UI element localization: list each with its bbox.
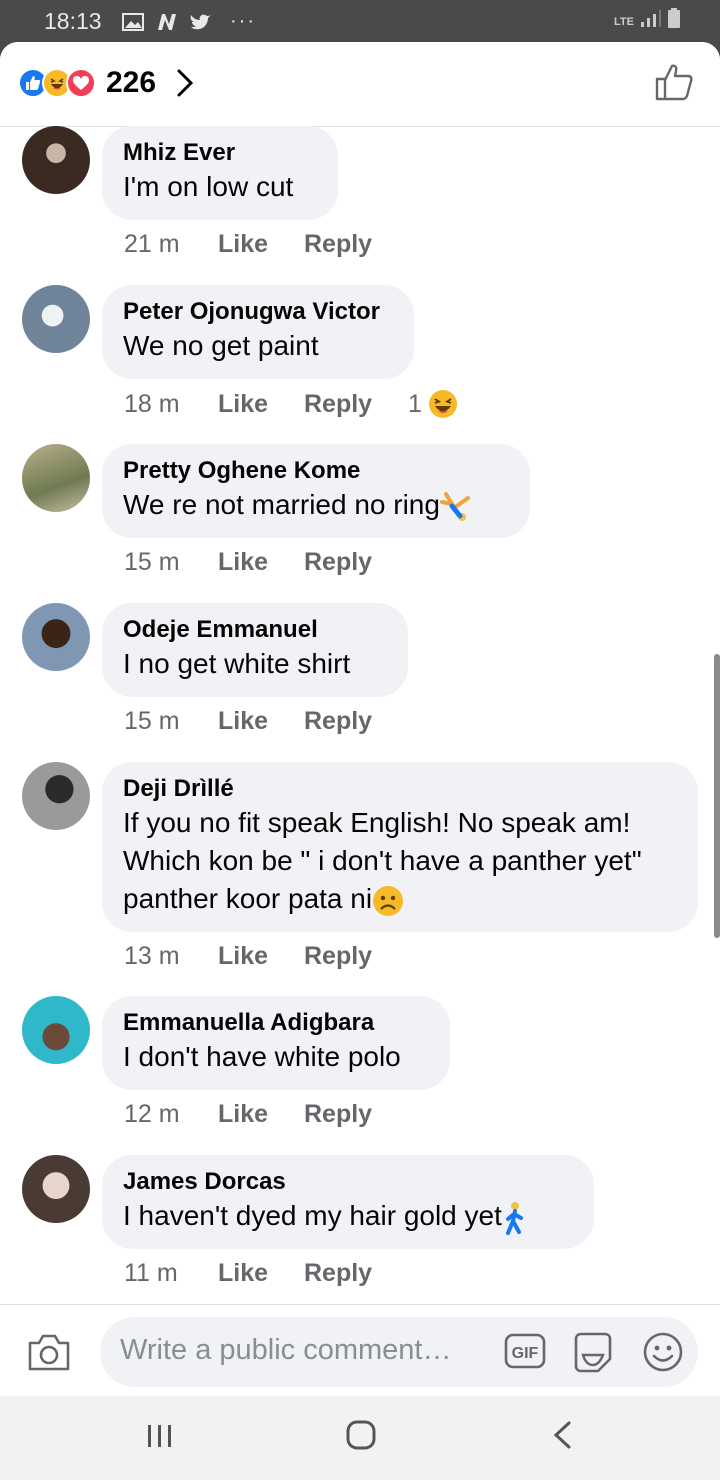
comment-text-line: panther koor pata ni bbox=[123, 880, 676, 918]
reply-button[interactable]: Reply bbox=[304, 1259, 408, 1288]
comment-author[interactable]: Deji Drìllé bbox=[123, 774, 676, 804]
reaction-count: 226 bbox=[106, 66, 157, 99]
like-outline-icon[interactable] bbox=[654, 62, 694, 102]
comment-time[interactable]: 12 m bbox=[124, 1100, 218, 1129]
walking-person-emoji-icon bbox=[505, 1201, 523, 1235]
status-time: 18:13 bbox=[44, 8, 102, 34]
comment-bubble[interactable]: Odeje Emmanuel I no get white shirt bbox=[102, 603, 408, 697]
like-button[interactable]: Like bbox=[218, 942, 304, 971]
system-nav-bar bbox=[0, 1396, 720, 1480]
gif-label: GIF bbox=[512, 1345, 539, 1362]
comment-reaction-count: 1 bbox=[408, 389, 422, 418]
comment-actions: 15 m Like Reply bbox=[124, 707, 408, 736]
comment-actions: 13 m Like Reply bbox=[124, 942, 408, 971]
comment-composer: Write a public comment… GIF bbox=[0, 1304, 720, 1396]
comment-author[interactable]: Odeje Emmanuel bbox=[123, 615, 386, 645]
comment-bubble[interactable]: Pretty Oghene Kome We re not married no … bbox=[102, 444, 530, 538]
like-button[interactable]: Like bbox=[218, 548, 304, 577]
gif-icon[interactable]: GIF bbox=[504, 1333, 546, 1369]
comment-author[interactable]: Peter Ojonugwa Victor bbox=[123, 297, 392, 327]
battery-icon bbox=[668, 8, 680, 28]
status-overflow: ··· bbox=[230, 10, 256, 32]
comment-text: panther koor pata ni bbox=[123, 883, 373, 914]
reply-button[interactable]: Reply bbox=[304, 548, 408, 577]
scrollbar-thumb[interactable] bbox=[714, 654, 720, 938]
comment-time[interactable]: 11 m bbox=[124, 1259, 218, 1288]
comment-input[interactable]: Write a public comment… GIF bbox=[100, 1317, 698, 1387]
back-icon[interactable] bbox=[552, 1420, 572, 1450]
comment-author[interactable]: James Dorcas bbox=[123, 1167, 572, 1197]
n-app-icon bbox=[158, 13, 176, 30]
comment-text: I'm on low cut bbox=[123, 171, 294, 202]
comment-reactions[interactable]: 1 bbox=[408, 389, 458, 419]
like-button[interactable]: Like bbox=[218, 1259, 304, 1288]
frowning-emoji-icon bbox=[373, 885, 404, 916]
comments-sheet: 226 Mhiz Ever I'm on low cut 21 m Like R… bbox=[0, 42, 720, 1396]
like-button[interactable]: Like bbox=[218, 390, 304, 419]
comment-time[interactable]: 13 m bbox=[124, 942, 218, 971]
reply-button[interactable]: Reply bbox=[304, 390, 408, 419]
comment-text: We no get paint bbox=[123, 330, 319, 361]
emoji-icon[interactable] bbox=[642, 1331, 684, 1373]
network-type: LTE bbox=[614, 16, 634, 28]
camera-icon[interactable] bbox=[26, 1331, 72, 1373]
comment-author[interactable]: Pretty Oghene Kome bbox=[123, 456, 508, 486]
comment-actions: 12 m Like Reply bbox=[124, 1100, 408, 1129]
comment-bubble[interactable]: Deji Drìllé If you no fit speak English!… bbox=[102, 762, 698, 932]
comment-text-line: I haven't dyed my hair gold yet bbox=[123, 1197, 572, 1235]
comment-bubble[interactable]: Peter Ojonugwa Victor We no get paint bbox=[102, 285, 414, 379]
like-button[interactable]: Like bbox=[218, 707, 304, 736]
comment-text: I no get white shirt bbox=[123, 648, 351, 679]
avatar[interactable] bbox=[22, 126, 90, 194]
comment-actions: 11 m Like Reply bbox=[124, 1259, 408, 1288]
chevron-right-icon[interactable] bbox=[176, 68, 194, 98]
comment-time[interactable]: 15 m bbox=[124, 548, 218, 577]
comment-text: Which kon be " i don't have a panther ye… bbox=[123, 845, 642, 876]
comment-bubble[interactable]: Emmanuella Adigbara I don't have white p… bbox=[102, 996, 450, 1090]
reply-button[interactable]: Reply bbox=[304, 707, 408, 736]
comment-time[interactable]: 18 m bbox=[124, 390, 218, 419]
comment-actions: 21 m Like Reply bbox=[124, 230, 408, 259]
comment-actions: 15 m Like Reply bbox=[124, 548, 408, 577]
twitter-icon bbox=[190, 14, 211, 29]
gallery-icon bbox=[122, 12, 144, 31]
comment-author[interactable]: Mhiz Ever bbox=[123, 138, 316, 168]
haha-emoji-icon bbox=[428, 390, 457, 418]
signal-icon bbox=[641, 10, 661, 27]
comment-text: I haven't dyed my hair gold yet bbox=[123, 1200, 502, 1231]
avatar[interactable] bbox=[22, 603, 90, 671]
comment-text-line: We re not married no ring bbox=[123, 486, 508, 524]
comment-time[interactable]: 21 m bbox=[124, 230, 218, 259]
reactions-header: 226 bbox=[0, 42, 720, 127]
comment-author[interactable]: Emmanuella Adigbara bbox=[123, 1008, 428, 1038]
avatar[interactable] bbox=[22, 996, 90, 1064]
comment-bubble[interactable]: James Dorcas I haven't dyed my hair gold… bbox=[102, 1155, 594, 1249]
like-button[interactable]: Like bbox=[218, 1100, 304, 1129]
comment-input-placeholder: Write a public comment… bbox=[120, 1334, 452, 1366]
avatar[interactable] bbox=[22, 285, 90, 353]
avatar[interactable] bbox=[22, 762, 90, 830]
like-button[interactable]: Like bbox=[218, 230, 304, 259]
comment-actions: 18 m Like Reply 1 bbox=[124, 389, 458, 419]
comment-text: If you no fit speak English! No speak am… bbox=[123, 807, 631, 838]
reply-button[interactable]: Reply bbox=[304, 942, 408, 971]
comment-bubble[interactable]: Mhiz Ever I'm on low cut bbox=[102, 126, 338, 220]
avatar[interactable] bbox=[22, 1155, 90, 1223]
status-bar: 18:13 ··· LTE bbox=[0, 0, 720, 42]
recent-apps-icon[interactable] bbox=[146, 1424, 174, 1448]
reactions-summary[interactable]: 226 bbox=[18, 66, 194, 100]
sticker-icon[interactable] bbox=[572, 1331, 614, 1373]
love-reaction-icon bbox=[66, 68, 96, 98]
cartwheel-emoji-icon bbox=[439, 491, 470, 521]
comment-time[interactable]: 15 m bbox=[124, 707, 218, 736]
comment-text: We re not married no ring bbox=[123, 489, 440, 520]
reply-button[interactable]: Reply bbox=[304, 230, 408, 259]
avatar[interactable] bbox=[22, 444, 90, 512]
home-icon[interactable] bbox=[346, 1420, 376, 1450]
reply-button[interactable]: Reply bbox=[304, 1100, 408, 1129]
comment-text: I don't have white polo bbox=[123, 1041, 401, 1072]
